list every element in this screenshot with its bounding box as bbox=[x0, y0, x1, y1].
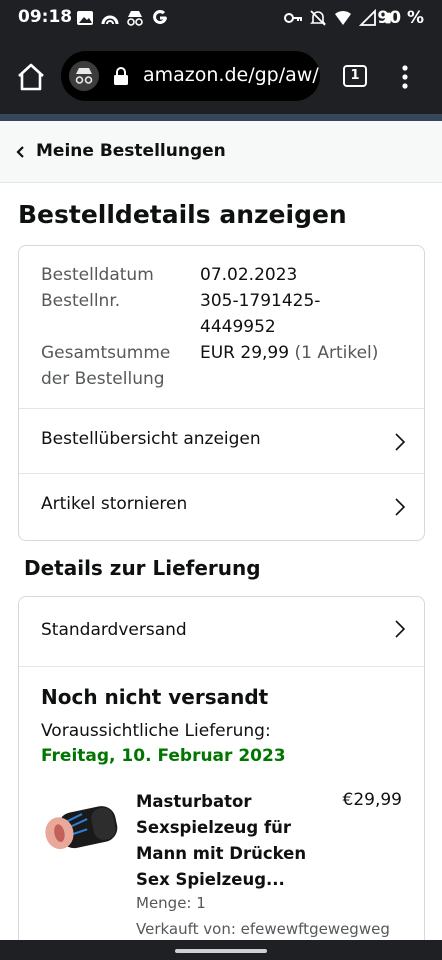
order-date-value: 07.02.2023 bbox=[200, 265, 298, 285]
key-icon bbox=[284, 13, 302, 23]
expected-delivery-date: Freitag, 10. Februar 2023 bbox=[41, 746, 286, 766]
chevron-right-icon bbox=[395, 498, 406, 516]
order-total-amount: EUR 29,99 bbox=[200, 343, 290, 363]
product-image[interactable] bbox=[39, 801, 119, 857]
status-battery-level: 90 % bbox=[377, 8, 424, 28]
product-title-line: Sex Spielzeug... bbox=[136, 870, 285, 889]
product-price: €29,99 bbox=[342, 790, 402, 810]
shipping-method-row[interactable]: Standardversand bbox=[19, 597, 424, 667]
url-bar[interactable]: amazon.de/gp/aw/ bbox=[61, 51, 320, 101]
breadcrumb[interactable]: Meine Bestellungen bbox=[0, 121, 442, 183]
chevron-right-icon bbox=[395, 433, 406, 451]
status-bar: 09:18 90 % bbox=[0, 0, 442, 36]
home-icon[interactable] bbox=[14, 60, 48, 94]
page-title: Bestelldetails anzeigen bbox=[18, 200, 347, 229]
google-icon bbox=[153, 9, 167, 24]
product-title-line: Masturbator bbox=[136, 792, 252, 811]
order-summary-card: Bestelldatum 07.02.2023 Bestellnr. 305-1… bbox=[18, 245, 425, 541]
tab-switcher-button[interactable]: 1 bbox=[343, 65, 367, 87]
order-total-label-line1: Gesamtsumme bbox=[41, 343, 171, 363]
order-number-value-line2: 4449952 bbox=[200, 317, 276, 337]
order-total-value: EUR 29,99 (1 Artikel) bbox=[200, 343, 378, 363]
arc-icon bbox=[101, 15, 119, 25]
chevron-left-icon bbox=[16, 146, 24, 158]
delivery-section-title: Details zur Lieferung bbox=[24, 556, 261, 580]
system-nav-bar bbox=[0, 940, 442, 960]
order-overview-label: Bestellübersicht anzeigen bbox=[41, 429, 261, 449]
amazon-header-strip bbox=[0, 114, 442, 121]
chevron-right-icon bbox=[395, 620, 406, 638]
delivery-card: Standardversand Noch nicht versandt Vora… bbox=[18, 596, 425, 960]
cancel-items-row[interactable]: Artikel stornieren bbox=[19, 473, 424, 539]
order-total-items: (1 Artikel) bbox=[294, 343, 379, 363]
bell-off-icon bbox=[310, 10, 326, 26]
url-text: amazon.de/gp/aw/ bbox=[143, 64, 319, 86]
incognito-icon bbox=[127, 11, 143, 26]
cancel-items-label: Artikel stornieren bbox=[41, 494, 188, 514]
status-left-icons bbox=[76, 9, 169, 27]
order-date-label: Bestelldatum bbox=[41, 265, 154, 285]
order-overview-row[interactable]: Bestellübersicht anzeigen bbox=[19, 408, 424, 474]
product-quantity: Menge: 1 bbox=[136, 894, 206, 912]
wifi-icon bbox=[335, 10, 351, 25]
order-total-label-line2: der Bestellung bbox=[41, 369, 165, 389]
product-title[interactable]: Masturbator Sexspielzeug für Mann mit Dr… bbox=[136, 789, 316, 893]
product-title-line: Sexspielzeug für bbox=[136, 818, 292, 837]
home-gesture-handle[interactable] bbox=[175, 949, 267, 953]
image-icon bbox=[77, 11, 93, 25]
status-time: 09:18 bbox=[18, 7, 73, 27]
shipment-status: Noch nicht versandt bbox=[41, 685, 269, 709]
order-number-value-line1: 305-1791425- bbox=[200, 291, 321, 311]
product-title-line: Mann mit Drücken bbox=[136, 844, 307, 863]
incognito-badge-icon bbox=[69, 61, 99, 91]
expected-delivery-label: Voraussichtliche Lieferung: bbox=[41, 721, 271, 741]
browser-toolbar: amazon.de/gp/aw/ 1 bbox=[0, 36, 442, 114]
overflow-menu-icon[interactable] bbox=[395, 64, 415, 90]
signal-icon bbox=[359, 9, 376, 26]
breadcrumb-link[interactable]: Meine Bestellungen bbox=[36, 141, 226, 161]
product-seller: Verkauft von: efewewftgewegweg bbox=[136, 920, 390, 938]
shipping-method-label: Standardversand bbox=[41, 620, 187, 640]
lock-icon bbox=[114, 67, 128, 85]
order-number-label: Bestellnr. bbox=[41, 291, 121, 311]
